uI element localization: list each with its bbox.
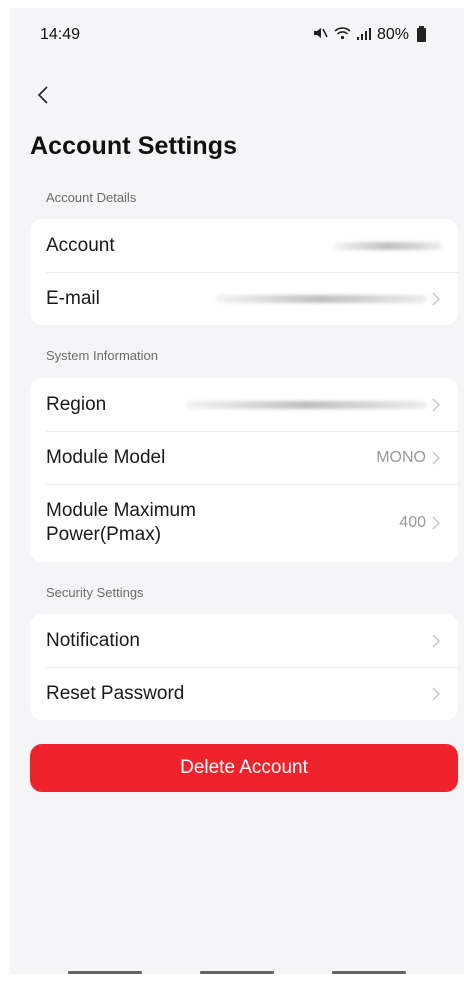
battery-icon	[417, 26, 426, 42]
reset-password-row[interactable]: Reset Password	[30, 667, 458, 720]
nav-recents-button[interactable]	[68, 971, 142, 974]
module-max-power-label: Module Maximum Power(Pmax)	[46, 500, 196, 545]
redacted-value	[216, 294, 426, 303]
chevron-right-icon	[430, 686, 442, 702]
account-label: Account	[46, 234, 115, 256]
security-settings-card: Notification Reset Password	[30, 614, 458, 720]
delete-account-button[interactable]: Delete Account	[30, 744, 458, 792]
nav-home-button[interactable]	[200, 971, 274, 974]
account-value	[334, 241, 442, 250]
chevron-right-icon	[430, 291, 442, 307]
redacted-value	[334, 241, 442, 250]
email-row[interactable]: E-mail	[30, 272, 458, 325]
wifi-icon	[334, 26, 351, 44]
region-label: Region	[46, 393, 107, 415]
account-details-card: Account E-mail	[30, 219, 458, 325]
signal-icon	[356, 27, 371, 44]
notification-row[interactable]: Notification	[30, 614, 458, 667]
module-model-value-group: MONO	[376, 449, 442, 467]
back-button[interactable]	[28, 80, 58, 110]
module-model-label: Module Model	[46, 446, 166, 468]
chevron-right-icon	[430, 633, 442, 649]
section-label-system-information: System Information	[46, 348, 158, 363]
module-max-power-value: 400	[399, 514, 426, 531]
region-row[interactable]: Region	[30, 378, 458, 431]
mute-icon	[312, 26, 328, 44]
module-max-power-value-group: 400	[399, 514, 442, 532]
email-value	[216, 291, 442, 307]
module-model-value: MONO	[376, 448, 426, 466]
nav-back-button[interactable]	[332, 971, 406, 974]
section-label-account-details: Account Details	[46, 190, 137, 205]
reset-password-label: Reset Password	[46, 682, 185, 704]
battery-percent: 80%	[376, 26, 409, 43]
notification-label: Notification	[46, 629, 140, 651]
system-nav-bar	[10, 966, 464, 974]
page-title: Account Settings	[30, 132, 238, 160]
status-bar: 14:49 80%	[10, 8, 464, 62]
status-indicators: 80%	[312, 26, 426, 44]
settings-screen: 14:49 80% Account Settings Account Detai…	[10, 8, 464, 974]
redacted-value	[186, 400, 426, 409]
module-model-row[interactable]: Module Model MONO	[30, 431, 458, 484]
chevron-right-icon	[430, 450, 442, 466]
section-label-security-settings: Security Settings	[46, 585, 144, 600]
region-value	[186, 397, 442, 413]
account-row[interactable]: Account	[30, 219, 458, 272]
module-max-power-row[interactable]: Module Maximum Power(Pmax) 400	[30, 484, 458, 562]
chevron-left-icon	[37, 86, 48, 104]
chevron-right-icon	[430, 515, 442, 531]
chevron-right-icon	[430, 397, 442, 413]
email-label: E-mail	[46, 287, 100, 309]
system-information-card: Region Module Model MONO Module Maximum …	[30, 378, 458, 562]
status-time: 14:49	[40, 26, 81, 43]
